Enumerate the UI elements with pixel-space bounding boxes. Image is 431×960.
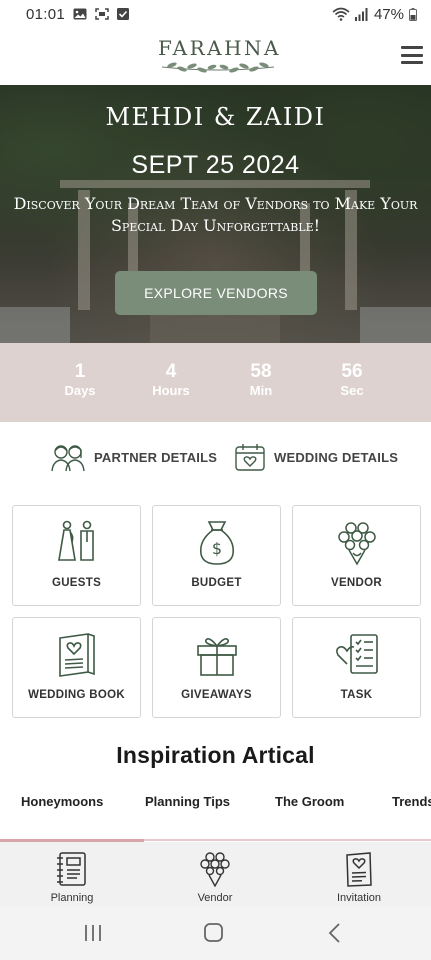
nav-vendor[interactable]: Vendor — [155, 842, 275, 906]
brand-logo[interactable]: FARAHNA — [158, 36, 278, 78]
bottom-navigation: Planning Vendor Invitation — [0, 842, 431, 906]
signal-icon — [354, 7, 369, 21]
system-navigation-bar — [0, 906, 431, 960]
tab-honeymoons[interactable]: Honeymoons — [21, 794, 103, 809]
leaf-garland-icon — [161, 62, 275, 73]
status-left: 01:01 — [26, 5, 130, 23]
battery-icon — [409, 7, 417, 21]
guests-icon — [58, 520, 94, 561]
wedding-book-tile[interactable]: WEDDING BOOK — [12, 617, 141, 718]
wedding-date: SEPT 25 2024 — [131, 151, 300, 179]
menu-line — [401, 61, 423, 64]
guests-tile[interactable]: GUESTS — [12, 505, 141, 606]
wedding-book-icon — [59, 633, 95, 677]
nav-planning[interactable]: Planning — [12, 842, 132, 906]
tab-the-groom[interactable]: The Groom — [275, 794, 344, 809]
status-right: 47% — [332, 6, 417, 23]
gift-icon — [197, 638, 237, 676]
bouquet-icon — [338, 522, 376, 566]
hero-banner: MEHDI & ZAIDI SEPT 25 2024 Discover Your… — [0, 85, 431, 343]
countdown-label: Sec — [340, 383, 364, 398]
couple-icon — [51, 445, 85, 472]
planner-notebook-icon — [57, 852, 86, 886]
screenshot-icon — [95, 8, 109, 20]
back-icon[interactable] — [320, 922, 350, 944]
money-bag-icon: $ — [199, 521, 235, 565]
tile-label: VENDOR — [330, 577, 382, 589]
partner-details-link[interactable]: PARTNER DETAILS — [50, 442, 217, 472]
countdown-label: Days — [64, 383, 96, 398]
partner-details-label: PARTNER DETAILS — [94, 449, 218, 465]
inspiration-tabs: Honeymoons Planning Tips The Groom Trend… — [0, 792, 431, 840]
nav-label: Invitation — [336, 892, 382, 904]
app-header: FARAHNA — [0, 28, 431, 85]
menu-line — [401, 46, 423, 49]
tile-label: GUESTS — [51, 577, 102, 589]
wedding-details-label: WEDDING DETAILS — [274, 449, 399, 465]
tab-trends[interactable]: Trends — [392, 794, 431, 809]
tile-label: GIVEAWAYS — [181, 689, 252, 701]
tile-label: WEDDING BOOK — [28, 689, 125, 701]
countdown-timer: 1 Days 4 Hours 58 Min 56 Sec — [0, 343, 431, 422]
countdown-label: Min — [249, 383, 273, 398]
countdown-days: 1 Days — [45, 361, 115, 399]
hero-tagline: Discover Your Dream Team of Vendors to M… — [13, 194, 418, 235]
task-checklist-icon — [336, 634, 378, 674]
bouquet-icon — [200, 852, 230, 887]
nav-label: Planning — [50, 892, 94, 904]
logo-text: FARAHNA — [158, 36, 281, 60]
explore-vendors-button[interactable]: EXPLORE VENDORS — [115, 271, 317, 315]
countdown-value: 56 — [341, 361, 363, 382]
wifi-icon — [332, 7, 350, 21]
task-tile[interactable]: TASK — [292, 617, 421, 718]
tile-label: TASK — [340, 689, 373, 701]
countdown-value: 58 — [250, 361, 272, 382]
countdown-minutes: 58 Min — [226, 361, 296, 399]
menu-line — [401, 53, 423, 57]
calendar-heart-icon — [235, 444, 265, 471]
status-time: 01:01 — [26, 5, 66, 23]
image-icon — [73, 8, 87, 20]
countdown-label: Hours — [152, 383, 190, 398]
battery-percent: 47% — [373, 5, 404, 23]
nav-label: Vendor — [197, 892, 233, 904]
inspiration-title: Inspiration Artical — [116, 742, 315, 768]
check-square-icon — [117, 8, 130, 20]
nav-invitation[interactable]: Invitation — [299, 842, 419, 906]
vendor-tile[interactable]: VENDOR — [292, 505, 421, 606]
recent-apps-icon[interactable] — [78, 922, 108, 944]
details-row: PARTNER DETAILS WEDDING DETAILS — [0, 438, 431, 480]
wedding-details-link[interactable]: WEDDING DETAILS — [234, 442, 398, 472]
countdown-hours: 4 Hours — [136, 361, 206, 399]
invitation-card-icon — [346, 852, 372, 887]
couple-names: MEHDI & ZAIDI — [105, 103, 326, 131]
budget-tile[interactable]: $ BUDGET — [152, 505, 281, 606]
svg-text:$: $ — [212, 539, 222, 558]
tab-planning-tips[interactable]: Planning Tips — [145, 794, 230, 809]
hamburger-menu-icon[interactable] — [401, 44, 423, 66]
giveaways-tile[interactable]: GIVEAWAYS — [152, 617, 281, 718]
countdown-value: 4 — [165, 361, 177, 382]
tile-label: BUDGET — [191, 577, 242, 589]
countdown-value: 1 — [74, 361, 86, 382]
home-icon[interactable] — [199, 922, 229, 944]
countdown-seconds: 56 Sec — [317, 361, 387, 399]
status-bar: 01:01 47% — [0, 0, 431, 28]
